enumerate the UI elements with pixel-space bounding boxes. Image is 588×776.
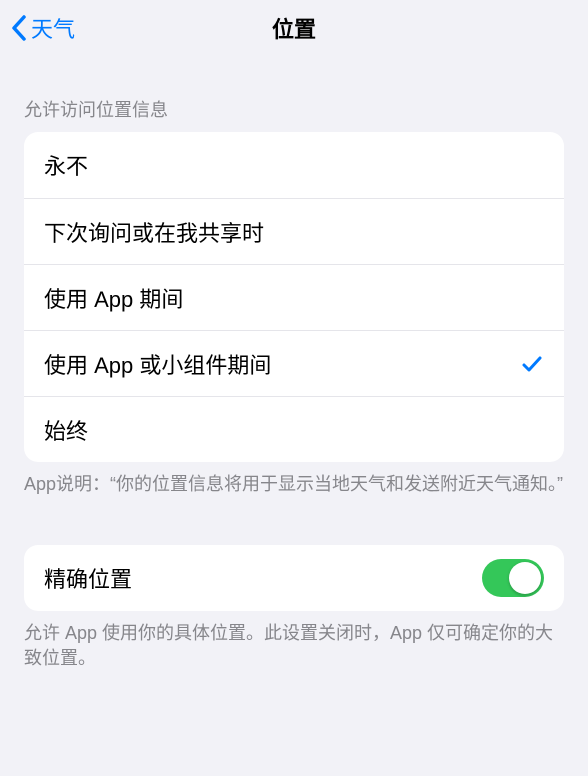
option-while-using-app-or-widgets[interactable]: 使用 App 或小组件期间 — [24, 330, 564, 396]
chevron-left-icon — [10, 14, 27, 42]
precise-location-toggle[interactable] — [482, 559, 544, 597]
location-access-group: 永不 下次询问或在我共享时 使用 App 期间 使用 App 或小组件期间 始终 — [24, 132, 564, 462]
back-button[interactable]: 天气 — [10, 12, 75, 44]
location-access-header: 允许访问位置信息 — [0, 56, 588, 132]
app-explanation-footer: App说明：“你的位置信息将用于显示当地天气和发送附近天气通知。” — [0, 462, 588, 497]
option-label: 使用 App 或小组件期间 — [44, 348, 271, 380]
spacer — [0, 497, 588, 545]
navigation-bar: 天气 位置 — [0, 0, 588, 56]
back-label: 天气 — [31, 12, 75, 44]
option-label: 下次询问或在我共享时 — [44, 216, 264, 248]
precise-location-label: 精确位置 — [44, 562, 132, 594]
option-label: 永不 — [44, 149, 88, 181]
option-label: 始终 — [44, 414, 88, 446]
option-ask-next-time[interactable]: 下次询问或在我共享时 — [24, 198, 564, 264]
precise-location-row: 精确位置 — [24, 545, 564, 611]
option-label: 使用 App 期间 — [44, 282, 183, 314]
option-always[interactable]: 始终 — [24, 396, 564, 462]
option-while-using-app[interactable]: 使用 App 期间 — [24, 264, 564, 330]
precise-location-footer: 允许 App 使用你的具体位置。此设置关闭时，App 仅可确定你的大致位置。 — [0, 611, 588, 671]
page-title: 位置 — [272, 12, 316, 44]
switch-knob — [509, 562, 541, 594]
option-never[interactable]: 永不 — [24, 132, 564, 198]
checkmark-icon — [520, 352, 544, 376]
precise-location-group: 精确位置 — [24, 545, 564, 611]
